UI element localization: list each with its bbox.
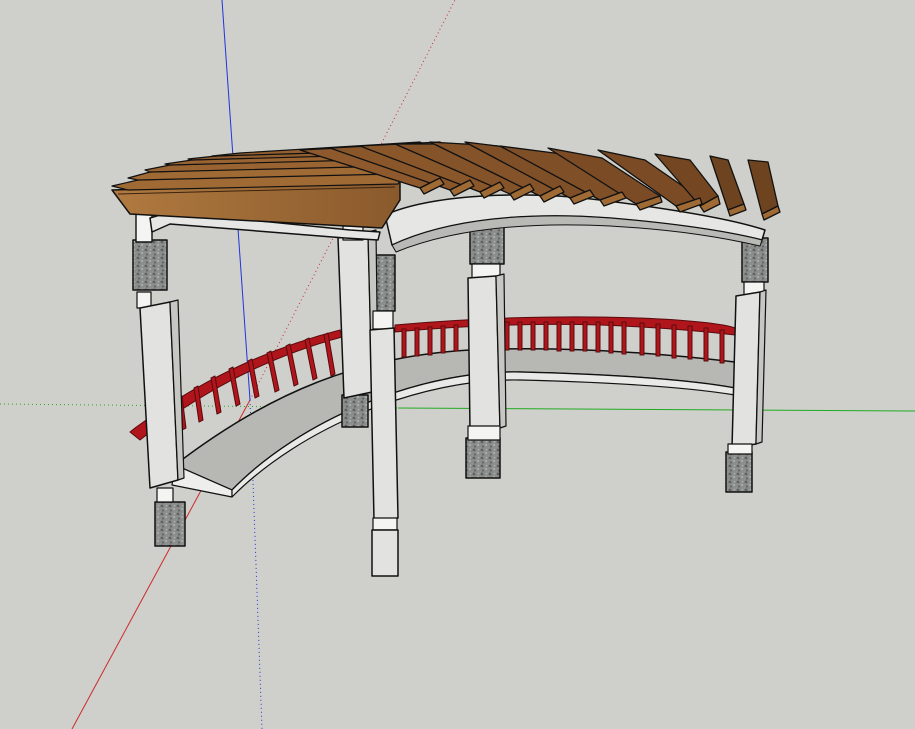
- column-back-center[interactable]: [467, 263, 507, 441]
- stone-base: [154, 501, 186, 547]
- stone-band: [132, 239, 168, 291]
- stone-base: [465, 437, 501, 479]
- stone-base: [725, 451, 753, 493]
- modeling-viewport[interactable]: [0, 0, 915, 729]
- column-right[interactable]: [727, 281, 767, 455]
- pergola-model[interactable]: [111, 141, 781, 577]
- railing-handrail-back: [394, 316, 736, 336]
- column-front-center[interactable]: [369, 310, 399, 577]
- viewport-canvas[interactable]: [0, 0, 915, 729]
- stone-base: [341, 394, 369, 428]
